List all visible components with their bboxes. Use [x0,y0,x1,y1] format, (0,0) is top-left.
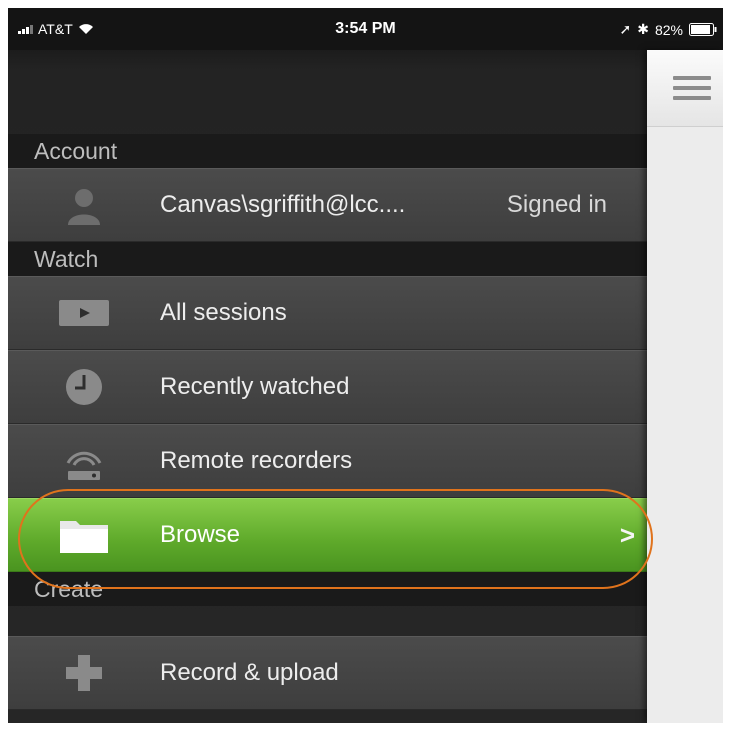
chevron-right-icon: > [619,520,635,550]
section-create: Create [8,572,647,606]
play-icon [56,293,112,333]
account-row[interactable]: Canvas\sgriffith@lcc.... Signed in [8,168,647,242]
signed-in-status: Signed in [506,191,607,218]
menu-item-label: All sessions [160,299,287,326]
battery-icon [689,23,717,36]
menu-item-label: Remote recorders [160,447,353,474]
clock-icon [56,367,112,407]
menu-item-label: Browse [160,521,241,548]
menu-item-record-upload[interactable]: Record & upload [8,636,647,710]
menu-item-browse[interactable]: Browse > [8,498,647,572]
menu-item-all-sessions[interactable]: All sessions [8,276,647,350]
hamburger-menu-icon[interactable] [673,76,711,102]
account-label: Canvas\sgriffith@lcc.... [160,191,406,218]
folder-icon [56,515,112,555]
menu-item-label: Record & upload [160,659,339,686]
menu-item-recently-watched[interactable]: Recently watched [8,350,647,424]
content-panel [647,50,723,723]
battery-label: 82% [654,21,683,38]
clock-label: 3:54 PM [335,20,396,37]
content-toolbar [647,50,723,127]
menu-item-remote-recorders[interactable]: Remote recorders [8,424,647,498]
bluetooth-icon: ✱ [637,21,649,37]
menu-item-label: Recently watched [160,373,350,400]
side-menu: Account Canvas\sgriffith@lcc.... Signed … [8,50,647,723]
plus-icon [56,653,112,693]
section-account: Account [8,134,647,168]
status-bar: AT&T 3:54 PM ➚ ✱ 82% [8,8,723,50]
location-icon: ➚ [619,21,632,37]
section-watch: Watch [8,242,647,276]
person-icon [56,185,112,225]
recorder-icon [56,441,112,481]
app-frame: AT&T 3:54 PM ➚ ✱ 82% Account Canvas\sgri… [8,8,723,723]
